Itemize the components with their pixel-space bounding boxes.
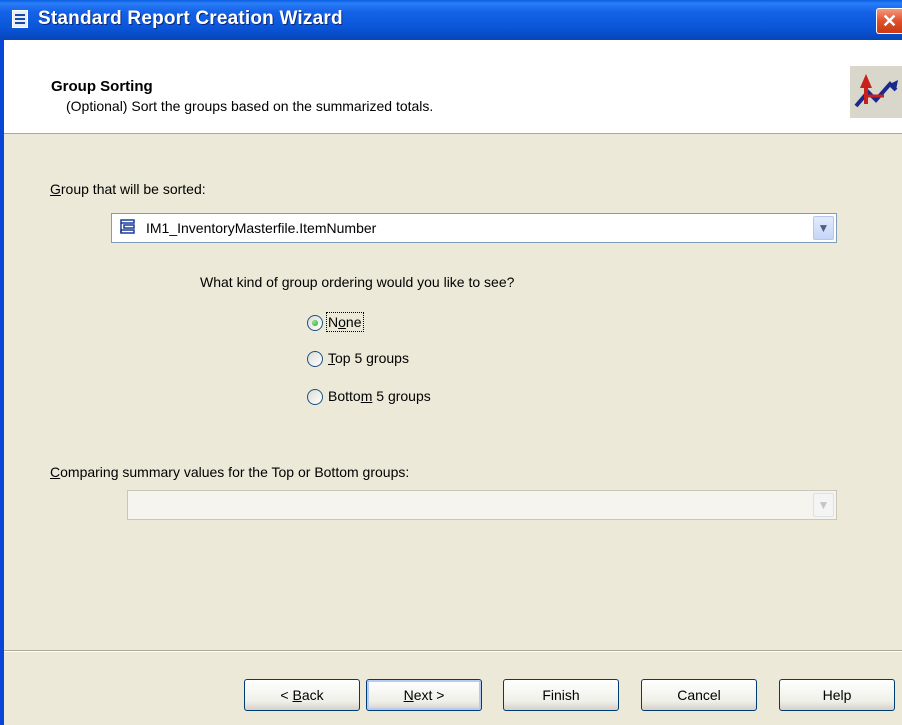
radio-circle[interactable] [307,389,323,405]
group-select-value: IM1_InventoryMasterfile.ItemNumber [146,220,377,236]
radio-circle[interactable] [307,315,323,331]
group-select[interactable]: IM1_InventoryMasterfile.ItemNumber ▼ [111,213,837,243]
footer-divider [4,650,902,652]
comparing-select[interactable]: ▼ [127,490,837,520]
comparing-label: Comparing summary values for the Top or … [50,464,410,480]
group-field-icon [120,219,135,234]
chevron-down-icon[interactable]: ▼ [813,216,834,240]
step-description: (Optional) Sort the groups based on the … [66,98,434,114]
radio-circle[interactable] [307,351,323,367]
radio-label: Bottom 5 groups [328,388,431,404]
help-button[interactable]: Help [779,679,895,711]
back-button[interactable]: < Back [244,679,360,711]
finish-button[interactable]: Finish [503,679,619,711]
wizard-window: Standard Report Creation Wizard ✕ Group … [0,0,902,725]
step-title: Group Sorting [51,78,153,95]
wizard-header: Group Sorting (Optional) Sort the groups… [4,40,902,134]
radio-label: None [326,312,364,332]
cancel-button[interactable]: Cancel [641,679,757,711]
window-frame [0,40,4,725]
close-button[interactable]: ✕ [876,8,902,34]
sort-chart-icon [850,66,902,118]
chevron-down-icon[interactable]: ▼ [813,493,834,517]
radio-label: Top 5 groups [328,350,409,366]
window-title: Standard Report Creation Wizard [38,8,343,29]
title-bar[interactable]: Standard Report Creation Wizard ✕ [0,0,902,40]
app-icon [12,10,28,28]
group-sorted-label: Group that will be sorted: [50,181,206,197]
next-button[interactable]: Next > [366,679,482,711]
ordering-question: What kind of group ordering would you li… [200,274,515,290]
